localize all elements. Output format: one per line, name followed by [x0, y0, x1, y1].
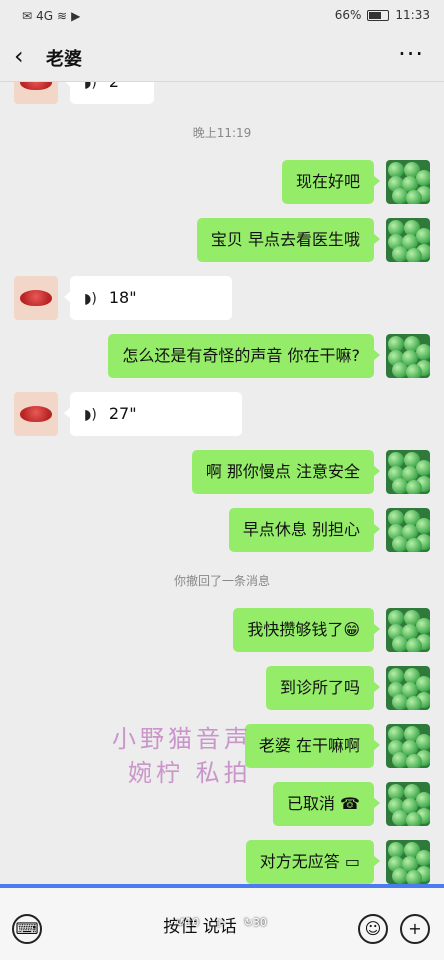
text-message[interactable]: 早点休息 别担心 — [228, 508, 381, 552]
text-message[interactable]: 宝贝 早点去看医生哦 — [196, 218, 381, 262]
rewind-button[interactable]: ↺10 — [176, 916, 199, 929]
avatar[interactable] — [386, 608, 430, 652]
text-message[interactable]: 啊 那你慢点 注意安全 — [191, 450, 381, 494]
voice-message[interactable]: ◗) 18" — [64, 276, 232, 320]
avatar[interactable] — [14, 392, 58, 436]
status-bar: ✉ 4G ≋ ▶ 66% 11:33 — [0, 0, 444, 32]
avatar[interactable] — [14, 276, 58, 320]
avatar[interactable] — [386, 160, 430, 204]
forward-button[interactable]: ↻30 — [244, 916, 267, 929]
avatar[interactable] — [386, 666, 430, 710]
signal-icon: 4G — [36, 9, 53, 23]
voice-icon: ◗) — [84, 291, 97, 307]
avatar[interactable] — [386, 218, 430, 262]
call-cancelled-message[interactable]: 已取消 ☎ — [272, 782, 381, 826]
avatar[interactable] — [386, 450, 430, 494]
status-left: ✉ 4G ≋ ▶ — [22, 9, 80, 23]
player-controls: ↺10 ▷ ↻30 — [176, 916, 267, 929]
ellipsis-icon[interactable]: ··· — [398, 40, 424, 68]
text-message[interactable]: 我快攒够钱了😁 — [233, 608, 380, 652]
chat-title: 老婆 — [46, 49, 82, 70]
battery-percent: 66% — [334, 8, 362, 22]
call-no-answer-message[interactable]: 对方无应答 ▭ — [245, 840, 381, 884]
chat-header: ‹ 老婆 ··· — [0, 32, 444, 82]
recall-notice: 你撤回了一条消息 — [173, 574, 270, 588]
timestamp: 晚上11:19 — [192, 126, 252, 140]
avatar[interactable] — [386, 724, 430, 768]
watermark: 小野猫音声 婉柠 私拍 — [112, 722, 252, 790]
keyboard-icon[interactable]: ⌨ — [12, 914, 42, 944]
text-message[interactable]: 现在好吧 — [281, 160, 381, 204]
chevron-left-icon[interactable]: ‹ — [14, 42, 24, 70]
watermark-line-2: 婉柠 私拍 — [128, 759, 252, 787]
text-message[interactable]: 怎么还是有奇怪的声音 你在干嘛? — [108, 334, 380, 378]
text-message[interactable]: 到诊所了吗 — [265, 666, 381, 710]
avatar[interactable] — [386, 508, 430, 552]
plus-icon[interactable]: + — [400, 914, 430, 944]
voice-message[interactable]: ◗) 27" — [64, 392, 242, 436]
voice-icon: ◗) — [84, 407, 97, 423]
status-right: 66% 11:33 — [335, 8, 430, 22]
clock: 11:33 — [395, 8, 430, 22]
watermark-line-1: 小野猫音声 — [112, 725, 252, 753]
avatar[interactable] — [386, 782, 430, 826]
video-icon: ▶ — [71, 9, 81, 23]
play-icon[interactable]: ▷ — [217, 916, 225, 929]
avatar[interactable] — [386, 334, 430, 378]
text-message[interactable]: 老婆 在干嘛啊 — [244, 724, 381, 768]
voice-message[interactable]: ◗)2" — [64, 82, 154, 104]
avatar[interactable] — [14, 82, 58, 104]
wifi-icon: ≋ — [57, 9, 68, 23]
smiley-icon[interactable]: ☺ — [358, 914, 388, 944]
voice-icon: ◗) — [84, 82, 97, 91]
avatar[interactable] — [386, 840, 430, 884]
notification-icon: ✉ — [22, 9, 33, 23]
battery-icon — [367, 9, 390, 21]
